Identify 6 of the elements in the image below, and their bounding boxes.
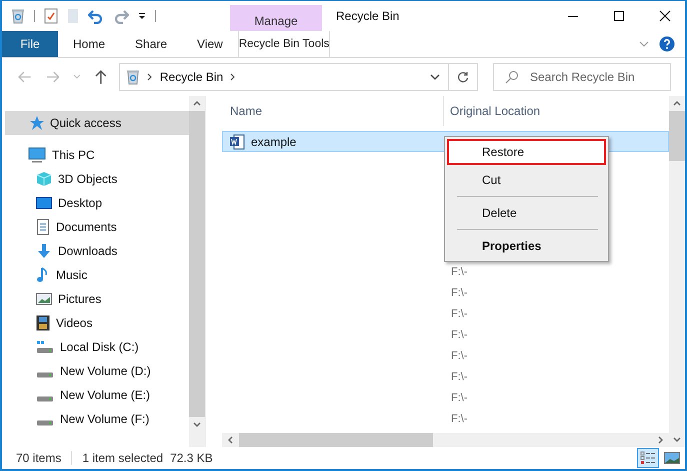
file-name: example <box>251 134 296 148</box>
manage-label: Manage <box>230 5 322 31</box>
selection-info: 1 item selected <box>82 451 164 465</box>
item-count: 70 items <box>16 451 62 465</box>
window-title: Recycle Bin <box>335 8 400 25</box>
selection-size: 72.3 KB <box>170 451 213 465</box>
